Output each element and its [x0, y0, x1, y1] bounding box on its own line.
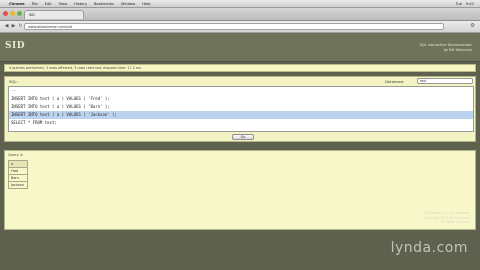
- header-info: SQL Interactive Demonstrator by Bill Wei…: [420, 43, 472, 53]
- browser-tab[interactable]: SID: [24, 10, 84, 19]
- menubar-time: 9:41: [465, 1, 474, 6]
- menubar-status: Tue 9:41: [456, 2, 480, 6]
- menu-edit[interactable]: Edit: [45, 2, 52, 6]
- footer-rights: All rights reserved: [440, 220, 470, 224]
- table-row: Barn: [8, 174, 28, 182]
- browser-tabbar: SID: [0, 8, 480, 21]
- table-row: Fred: [8, 167, 28, 175]
- watermark-logo: lynda.com: [390, 240, 468, 256]
- browser-toolbar: ◀ ▶ ↻ www.billweinman.com/sid ⚙: [0, 21, 480, 33]
- menu-file[interactable]: File: [32, 2, 38, 6]
- sql-line: INSERT INTO test ( a ) VALUES ( 'Barn' )…: [11, 104, 110, 109]
- results-panel: Query 4: a Fred Barn Jackson: [4, 150, 476, 230]
- results-table: a Fred Barn Jackson: [8, 160, 28, 189]
- menu-bookmarks[interactable]: Bookmarks: [94, 2, 114, 6]
- sql-line: --: [11, 88, 16, 93]
- mac-menubar: Chrome File Edit View History Bookmarks …: [0, 0, 480, 8]
- web-page: SID SQL Interactive Demonstrator by Bill…: [0, 33, 480, 270]
- database-label: Database:: [385, 79, 405, 84]
- menu-window[interactable]: Window: [121, 2, 135, 6]
- sql-label: SQL:: [9, 79, 18, 84]
- url-input[interactable]: www.billweinman.com/sid: [24, 23, 444, 30]
- close-window-button[interactable]: [3, 11, 8, 16]
- table-cell: Barn: [8, 174, 28, 182]
- table-cell: Fred: [8, 167, 28, 175]
- forward-button[interactable]: ▶: [10, 23, 17, 30]
- header-author: by Bill Weinman: [443, 48, 472, 52]
- column-header: a: [8, 160, 28, 168]
- footer-version: SID version 2.5, Bill Weinman: [423, 211, 470, 215]
- site-footer: SID version 2.5, Bill Weinman Copyright …: [423, 211, 470, 225]
- site-header: SID SQL Interactive Demonstrator by Bill…: [0, 33, 480, 62]
- back-button[interactable]: ◀: [3, 23, 10, 30]
- zoom-window-button[interactable]: [17, 11, 22, 16]
- sql-line: INSERT INTO test ( a ) VALUES ( 'Fred' )…: [11, 96, 110, 101]
- wrench-icon[interactable]: ⚙: [470, 23, 475, 29]
- menubar-day: Tue: [455, 1, 462, 6]
- menu-view[interactable]: View: [59, 2, 68, 6]
- menu-history[interactable]: History: [74, 2, 87, 6]
- go-button[interactable]: Go: [232, 134, 254, 140]
- sql-panel: SQL: Database: test -- INSERT INTO test …: [4, 76, 476, 142]
- sql-line-selected: INSERT INTO test ( a ) VALUES ( 'Jackson…: [9, 111, 473, 119]
- results-title: Query 4:: [8, 153, 24, 157]
- sql-line: SELECT * FROM test;: [11, 120, 57, 125]
- table-cell: Jackson: [8, 181, 28, 189]
- window-controls: [3, 11, 22, 16]
- table-row: Jackson: [8, 181, 28, 189]
- database-select[interactable]: test: [417, 78, 473, 84]
- site-logo[interactable]: SID: [5, 41, 25, 51]
- minimize-window-button[interactable]: [10, 11, 15, 16]
- menu-chrome[interactable]: Chrome: [9, 2, 25, 6]
- sql-editor[interactable]: -- INSERT INTO test ( a ) VALUES ( 'Fred…: [8, 86, 474, 132]
- menu-help[interactable]: Help: [142, 2, 150, 6]
- status-message: 4 queries performed, 3 rows affected, 3 …: [4, 64, 476, 72]
- reload-button[interactable]: ↻: [17, 23, 24, 30]
